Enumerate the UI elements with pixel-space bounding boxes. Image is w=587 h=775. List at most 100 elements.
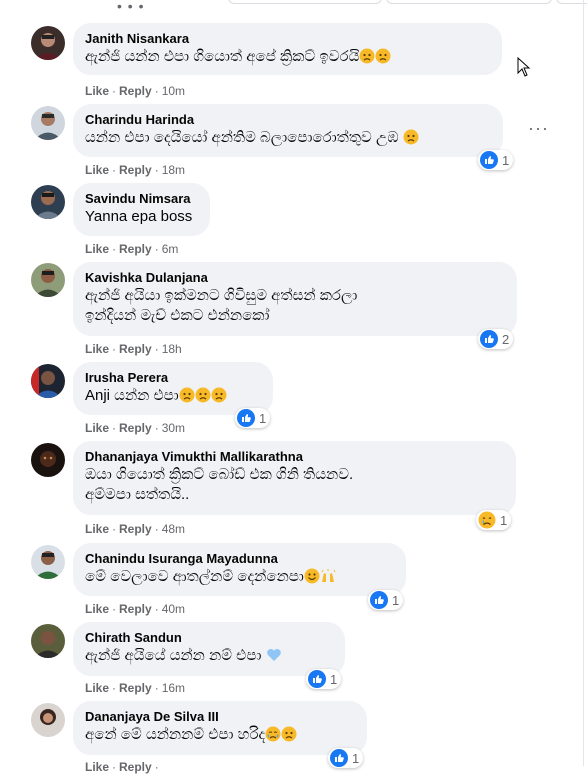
scrollbar-track[interactable]: [583, 0, 584, 766]
comment-text: ඇන්ජි යන්න එපා ගියොත් අපේ ක්‍රිකට් ඉවරයි: [85, 47, 490, 70]
like-reaction-icon: [480, 330, 498, 348]
commenter-name[interactable]: Kavishka Dulanjana: [85, 270, 505, 286]
like-reaction-icon: [370, 591, 388, 609]
reaction-count: 1: [502, 152, 510, 168]
avatar[interactable]: [31, 545, 65, 579]
reaction-summary[interactable]: 1: [306, 669, 342, 689]
comment-text: අම්මපා සත්තයි..: [85, 486, 190, 503]
comment-text: ඇන්ජි අයියේ යන්න නම් එපා: [85, 646, 333, 669]
avatar[interactable]: [31, 185, 65, 219]
comment-text: Anji යන්න එපා: [85, 386, 261, 409]
reaction-summary[interactable]: 1: [478, 150, 514, 170]
cry-reaction-icon: [478, 511, 496, 529]
reply-button[interactable]: Reply: [119, 242, 152, 256]
like-button[interactable]: Like: [85, 242, 109, 256]
like-reaction-icon: [480, 151, 498, 169]
reply-button[interactable]: Reply: [119, 602, 152, 616]
reaction-count: 1: [330, 671, 338, 687]
comment-actions: Like · Reply · 18m: [85, 163, 186, 177]
reaction-summary[interactable]: 1: [476, 510, 512, 530]
avatar[interactable]: [31, 624, 65, 658]
commenter-name[interactable]: Charindu Harinda: [85, 112, 491, 128]
reaction-summary[interactable]: 1: [235, 408, 271, 428]
top-button[interactable]: [228, 0, 382, 4]
avatar[interactable]: [31, 263, 65, 297]
commenter-name[interactable]: Chirath Sandun: [85, 630, 333, 646]
commenter-name[interactable]: Chanindu Isuranga Mayadunna: [85, 551, 394, 567]
like-reaction-icon: [308, 670, 326, 688]
timestamp[interactable]: 40m: [162, 602, 185, 616]
blue-heart-emoji-icon: [266, 647, 282, 669]
sad-emoji-icon: [179, 387, 195, 409]
comment-text: අනේ මේ යන්නනම් එපා හරිද: [85, 725, 355, 748]
more-options-icon[interactable]: • • •: [117, 0, 144, 14]
reaction-count: 2: [502, 331, 510, 347]
like-button[interactable]: Like: [85, 421, 109, 435]
commenter-name[interactable]: Janith Nisankara: [85, 31, 490, 47]
sad-emoji-icon: [375, 48, 391, 70]
sad-emoji-icon: [195, 387, 211, 409]
timestamp[interactable]: 18m: [162, 163, 185, 177]
comment-text: ඇන්ජි අයියා ඉක්මනට ගිවිසුම අත්සන් කරලා: [85, 287, 358, 304]
like-button[interactable]: Like: [85, 760, 109, 774]
reply-button[interactable]: Reply: [119, 421, 152, 435]
sad-emoji-icon: [281, 726, 297, 748]
avatar[interactable]: [31, 703, 65, 737]
avatar[interactable]: [31, 106, 65, 140]
commenter-name[interactable]: Irusha Perera: [85, 370, 261, 386]
timestamp[interactable]: 18h: [162, 342, 182, 356]
comment-actions: Like · Reply · 6m: [85, 242, 179, 256]
comment-bubble: Kavishka Dulanjana ඇන්ජි අයියා ඉක්මනට ගි…: [73, 262, 517, 336]
reply-button[interactable]: Reply: [119, 522, 152, 536]
reply-button[interactable]: Reply: [119, 163, 152, 177]
comment-actions: Like · Reply · 40m: [85, 602, 186, 616]
like-button[interactable]: Like: [85, 84, 109, 98]
comment-text: යන්න එපා දෙයියෝ අන්තිම බලාපොරොත්තුව උඹ: [85, 128, 491, 151]
avatar[interactable]: [31, 443, 65, 477]
reaction-count: 1: [352, 750, 360, 766]
cry-emoji-icon: [265, 726, 281, 748]
top-edge: • • •: [0, 0, 587, 20]
reaction-summary[interactable]: 2: [478, 329, 514, 349]
timestamp[interactable]: 30m: [162, 421, 185, 435]
comment-bubble: Savindu Nimsara Yanna epa boss: [73, 183, 210, 236]
avatar[interactable]: [31, 26, 65, 60]
sad-emoji-icon: [403, 129, 419, 151]
comment-bubble: Charindu Harinda යන්න එපා දෙයියෝ අන්තිම …: [73, 104, 503, 157]
more-options-icon[interactable]: ···: [528, 118, 549, 139]
reaction-count: 1: [259, 410, 267, 426]
commenter-name[interactable]: Savindu Nimsara: [85, 191, 198, 207]
reaction-summary[interactable]: 1: [328, 748, 364, 768]
comment-text: ඉන්දියන් මැච් එකට එන්නකෝ: [85, 307, 270, 324]
reply-button[interactable]: Reply: [119, 342, 152, 356]
comment-bubble: Chanindu Isuranga Mayadunna මේ වෙලාවෙ ආත…: [73, 543, 406, 596]
timestamp[interactable]: 10m: [162, 84, 185, 98]
top-button[interactable]: [386, 0, 552, 4]
reply-button[interactable]: Reply: [119, 84, 152, 98]
like-button[interactable]: Like: [85, 163, 109, 177]
like-button[interactable]: Like: [85, 522, 109, 536]
like-button[interactable]: Like: [85, 681, 109, 695]
timestamp[interactable]: 16m: [162, 681, 185, 695]
avatar[interactable]: [31, 364, 65, 398]
like-reaction-icon: [330, 749, 348, 767]
timestamp[interactable]: 48m: [162, 522, 185, 536]
commenter-name[interactable]: Dananjaya De Silva III: [85, 709, 355, 725]
comment-actions: Like · Reply · 30m: [85, 421, 186, 435]
reaction-count: 1: [392, 592, 400, 608]
comment-bubble: Irusha Perera Anji යන්න එපා: [73, 362, 273, 415]
timestamp[interactable]: 6m: [162, 242, 179, 256]
raised-hands-emoji-icon: [320, 568, 338, 590]
commenter-name[interactable]: Dhananjaya Vimukthi Mallikarathna: [85, 449, 504, 465]
reply-button[interactable]: Reply: [119, 760, 152, 774]
sad-emoji-icon: [211, 387, 227, 409]
reply-button[interactable]: Reply: [119, 681, 152, 695]
reaction-summary[interactable]: 1: [368, 590, 404, 610]
mouse-cursor-icon: [517, 57, 531, 77]
smile-emoji-icon: [304, 568, 320, 590]
like-button[interactable]: Like: [85, 342, 109, 356]
like-button[interactable]: Like: [85, 602, 109, 616]
comment-bubble: Dhananjaya Vimukthi Mallikarathna ඔයා ගි…: [73, 441, 516, 515]
comment-text: Yanna epa boss: [85, 208, 193, 225]
reaction-count: 1: [500, 512, 508, 528]
